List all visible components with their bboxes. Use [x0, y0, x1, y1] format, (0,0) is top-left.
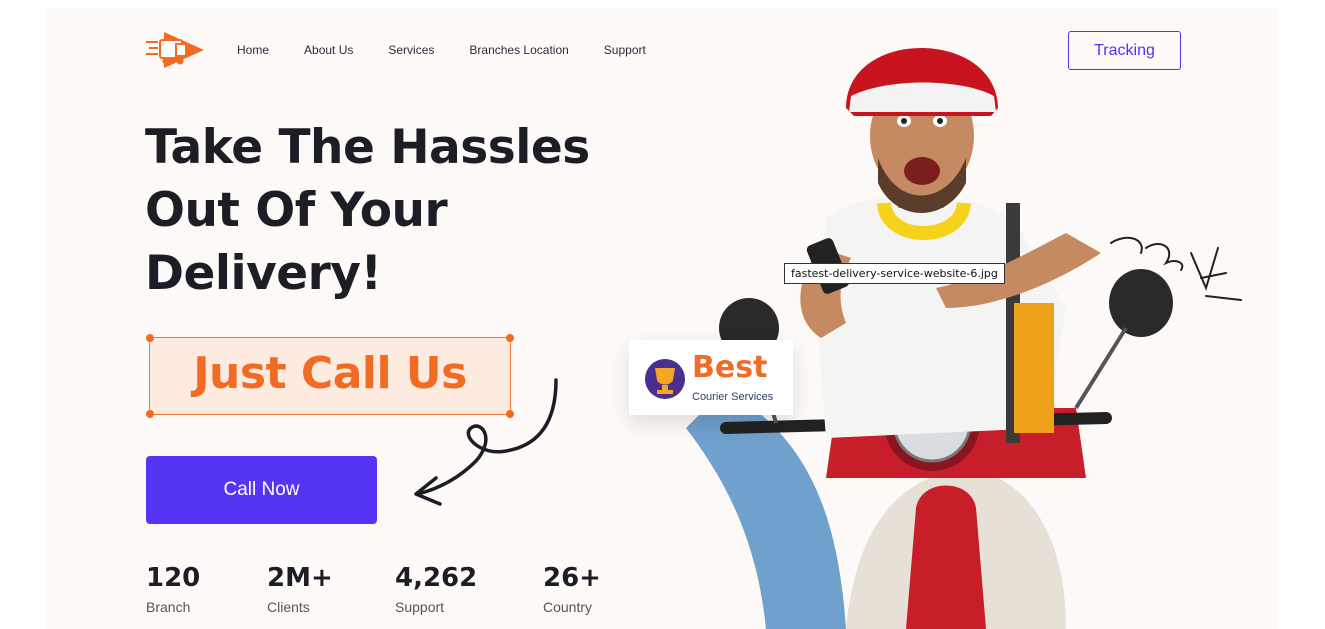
- stat-country: 26+ Country: [543, 563, 601, 615]
- curly-arrow-icon: [414, 378, 558, 506]
- selection-handle: [146, 334, 154, 342]
- stat-label: Clients: [267, 599, 310, 615]
- badge-title: Best: [692, 350, 768, 385]
- nav-support[interactable]: Support: [604, 43, 646, 57]
- headline-line-3: Delivery!: [145, 246, 382, 301]
- stat-clients: 2M+ Clients: [267, 563, 333, 615]
- delivery-truck-logo-icon[interactable]: [146, 28, 206, 72]
- nav-services[interactable]: Services: [388, 43, 434, 57]
- trophy-icon: [645, 359, 685, 399]
- stat-label: Country: [543, 599, 593, 615]
- selection-handle: [146, 410, 154, 418]
- badge-subtitle: Courier Services: [692, 391, 774, 403]
- main-nav: Home About Us Services Branches Location…: [237, 43, 646, 57]
- stat-branch: 120 Branch: [146, 563, 200, 615]
- stat-value: 26+: [543, 563, 601, 593]
- best-courier-badge: Best Courier Services: [629, 340, 793, 415]
- page: Home About Us Services Branches Location…: [46, 8, 1278, 629]
- image-filename-tooltip: fastest-delivery-service-website-6.jpg: [784, 263, 1005, 284]
- nav-about-us[interactable]: About Us: [304, 43, 353, 57]
- selection-handle: [506, 334, 514, 342]
- stat-support: 4,262 Support: [395, 563, 477, 615]
- stat-label: Branch: [146, 599, 191, 615]
- stat-label: Support: [395, 599, 445, 615]
- call-now-button[interactable]: Call Now: [146, 456, 377, 524]
- stat-value: 120: [146, 563, 201, 593]
- hero-headline: Take The Hassles Out Of Your Delivery!: [145, 116, 625, 305]
- nav-home[interactable]: Home: [237, 43, 269, 57]
- headline-line-1: Take The Hassles: [145, 120, 590, 175]
- stat-value: 2M+: [267, 563, 333, 593]
- nav-branches-location[interactable]: Branches Location: [469, 43, 568, 57]
- headline-line-2: Out Of Your: [145, 183, 448, 238]
- courier-scooter-image: [686, 48, 1242, 629]
- stat-value: 4,262: [395, 563, 478, 593]
